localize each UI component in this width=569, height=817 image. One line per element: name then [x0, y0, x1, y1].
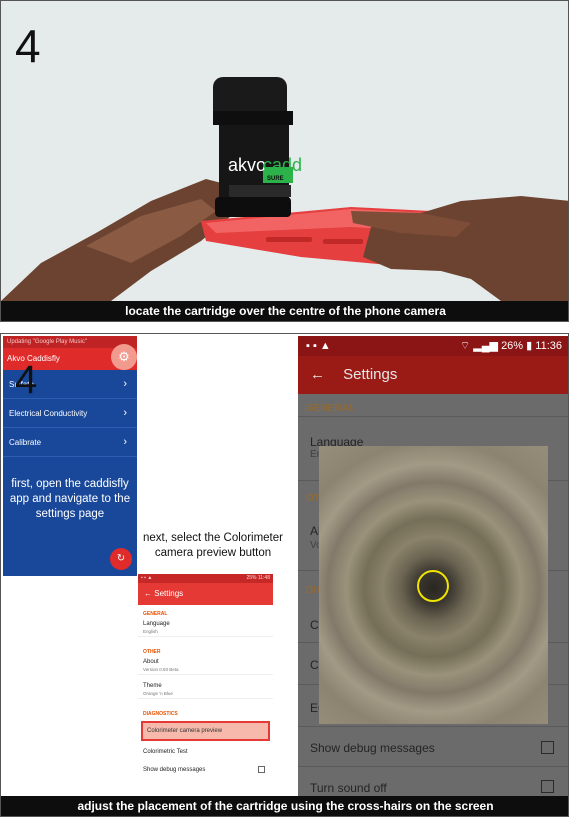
setting-value: Orange 'n Blue — [143, 691, 173, 696]
top-photo-panel: akvo cadd SURE 4 locate the cartridge ov… — [0, 0, 569, 322]
cartridge-on-phone-photo: akvo cadd SURE — [1, 1, 568, 301]
settings-status-bar: ▪ ▪ ▲ 25% 11:48 — [138, 574, 273, 583]
setting-show-debug[interactable]: Show debug messages — [138, 761, 273, 779]
product-label-accent: cadd — [263, 155, 302, 175]
setting-value: Version 0.93 Beta — [143, 667, 179, 672]
setting-show-debug[interactable]: Show debug messages — [310, 741, 435, 755]
status-right: 25% 11:48 — [246, 575, 270, 581]
checkbox-show-debug[interactable] — [541, 741, 554, 754]
status-right: ⌔ ▂▄▆ 26% ▮ 11:36 — [460, 336, 562, 356]
menu-item-label: Calibrate — [9, 438, 42, 447]
bottom-caption: adjust the placement of the cartridge us… — [1, 796, 568, 816]
setting-value: English — [143, 629, 158, 634]
colorimeter-camera-preview-button[interactable]: Colorimeter camera preview — [141, 721, 270, 741]
setting-language[interactable]: Language English — [138, 619, 273, 637]
instruction-text-next: next, select the Colorimeter camera prev… — [143, 532, 283, 559]
checkbox-turn-sound-off[interactable] — [541, 780, 554, 793]
menu-item-label: Electrical Conductivity — [9, 409, 88, 418]
action-fab-button[interactable]: ↻ — [110, 548, 132, 570]
settings-screen-large: ▪ ▪ ▲ ⌔ ▂▄▆ 26% ▮ 11:36 ← Settings GENER… — [298, 336, 568, 796]
camera-preview-dialog — [319, 446, 548, 724]
setting-turn-sound-off[interactable]: Turn sound off — [310, 781, 387, 795]
battery-percent: 26% — [501, 340, 524, 352]
settings-toolbar: ← Settings — [138, 583, 273, 605]
menu-item-electrical-conductivity[interactable]: Electrical Conductivity › — [3, 399, 137, 428]
setting-colorimetric-test[interactable]: Colorimetric Test — [138, 743, 273, 761]
status-time: 11:36 — [535, 340, 562, 352]
refresh-icon: ↻ — [116, 553, 126, 564]
menu-item-calibrate[interactable]: Calibrate › — [3, 428, 137, 457]
battery-icon: ▮ — [526, 340, 533, 352]
gear-icon: ⚙ — [118, 349, 130, 364]
setting-about[interactable]: About Version 0.93 Beta — [138, 657, 273, 675]
back-arrow-icon[interactable]: ← — [144, 589, 152, 598]
top-caption: locate the cartridge over the centre of … — [1, 301, 568, 321]
section-general: GENERAL — [306, 403, 355, 414]
settings-title: Settings — [343, 366, 398, 383]
setting-title: About — [143, 659, 159, 665]
large-settings-toolbar: ← Settings — [298, 356, 568, 394]
product-label-text: akvo — [228, 155, 266, 175]
section-diagnostics: DIAGNOSTICS — [143, 711, 178, 717]
checkbox[interactable] — [258, 766, 265, 773]
setting-title: Language — [143, 621, 170, 627]
wifi-signal-icon: ⌔ ▂▄▆ — [459, 340, 498, 352]
setting-title: Theme — [143, 683, 162, 689]
back-arrow-icon[interactable]: ← — [310, 366, 325, 383]
settings-screen-small: ▪ ▪ ▲ 25% 11:48 ← Settings GENERAL Langu… — [138, 574, 273, 816]
section-general: GENERAL — [143, 611, 168, 617]
chevron-right-icon: › — [123, 378, 127, 390]
divider — [298, 416, 568, 417]
section-other: OTHER — [143, 649, 161, 655]
large-status-bar: ▪ ▪ ▲ ⌔ ▂▄▆ 26% ▮ 11:36 — [298, 336, 568, 356]
chevron-right-icon: › — [123, 407, 127, 419]
chevron-right-icon: › — [123, 436, 127, 448]
product-badge-text: SURE — [267, 176, 284, 182]
bottom-instructions-panel: Updating "Google Play Music" Akvo Caddis… — [0, 333, 569, 817]
divider — [298, 726, 568, 727]
step-number-bottom: 4 — [15, 358, 38, 402]
instruction-text-first: first, open the caddisfly app and naviga… — [9, 478, 131, 520]
status-icons: ▪ ▪ ▲ — [141, 575, 153, 581]
crosshair-circle — [417, 570, 449, 602]
settings-title: Settings — [154, 589, 184, 598]
setting-theme[interactable]: Theme Orange 'n Blue — [138, 681, 273, 699]
step-number: 4 — [15, 20, 41, 72]
divider — [298, 766, 568, 767]
settings-gear-button[interactable]: ⚙ — [111, 344, 137, 370]
status-icons: ▪ ▪ ▲ — [306, 340, 331, 352]
setting-label: Show debug messages — [143, 767, 206, 773]
